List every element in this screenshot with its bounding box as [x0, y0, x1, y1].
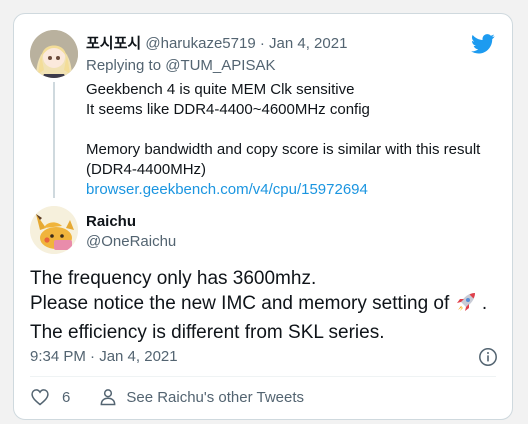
tweet-actions: 6 See Raichu's other Tweets: [30, 386, 304, 408]
reply-body: Geekbench 4 is quite MEM Clk sensitive I…: [86, 80, 480, 200]
tweet-line: Please notice the new IMC and memory set…: [30, 293, 450, 314]
reply-author-handle[interactable]: @harukaze5719: [145, 35, 255, 52]
replying-to-label[interactable]: Replying to @TUM_APISAK: [86, 56, 275, 76]
tweet-line: The frequency only has 3600mhz.: [30, 268, 317, 289]
person-icon: [100, 389, 116, 406]
like-button[interactable]: 6: [30, 387, 70, 407]
info-icon[interactable]: [478, 347, 498, 367]
geekbench-link[interactable]: browser.geekbench.com/v4/cpu/15972694: [86, 180, 480, 200]
tweet-text: The frequency only has 3600mhz. Please n…: [30, 266, 487, 345]
rocket-emoji: [455, 291, 477, 320]
divider: [30, 376, 496, 377]
see-other-tweets-link[interactable]: See Raichu's other Tweets: [98, 387, 304, 407]
reply-date[interactable]: Jan 4, 2021: [269, 35, 347, 52]
reply-header: 포시포시 @harukaze5719 · Jan 4, 2021: [86, 34, 347, 54]
heart-icon: [31, 389, 49, 406]
tweet-line-with-emoji: Please notice the new IMC and memory set…: [30, 291, 487, 320]
twitter-bird-icon[interactable]: [471, 34, 495, 54]
reply-line: It seems like DDR4-4400~4600MHz config: [86, 101, 370, 118]
embedded-tweet-card: 포시포시 @harukaze5719 · Jan 4, 2021 Replyin…: [13, 13, 513, 420]
tweet-author-avatar[interactable]: [30, 206, 78, 254]
reply-line: (DDR4-4400MHz): [86, 161, 207, 178]
reply-blank-line: [86, 120, 480, 140]
like-count: 6: [62, 388, 71, 406]
tweet-line: The efficiency is different from SKL ser…: [30, 322, 385, 343]
reply-author-avatar[interactable]: [30, 30, 78, 78]
reply-author-name[interactable]: 포시포시: [86, 35, 141, 52]
reply-line: Memory bandwidth and copy score is simil…: [86, 141, 481, 158]
thread-connector-line: [53, 82, 55, 198]
tweet-author-name[interactable]: Raichu: [86, 212, 136, 232]
reply-separator: ·: [259, 35, 265, 52]
tweet-author-handle[interactable]: @OneRaichu: [86, 232, 176, 252]
reply-line: Geekbench 4 is quite MEM Clk sensitive: [86, 81, 355, 98]
tweet-timestamp[interactable]: 9:34 PM · Jan 4, 2021: [30, 347, 178, 367]
see-other-tweets-label: See Raichu's other Tweets: [126, 388, 305, 406]
tweet-line-period: .: [481, 293, 488, 314]
